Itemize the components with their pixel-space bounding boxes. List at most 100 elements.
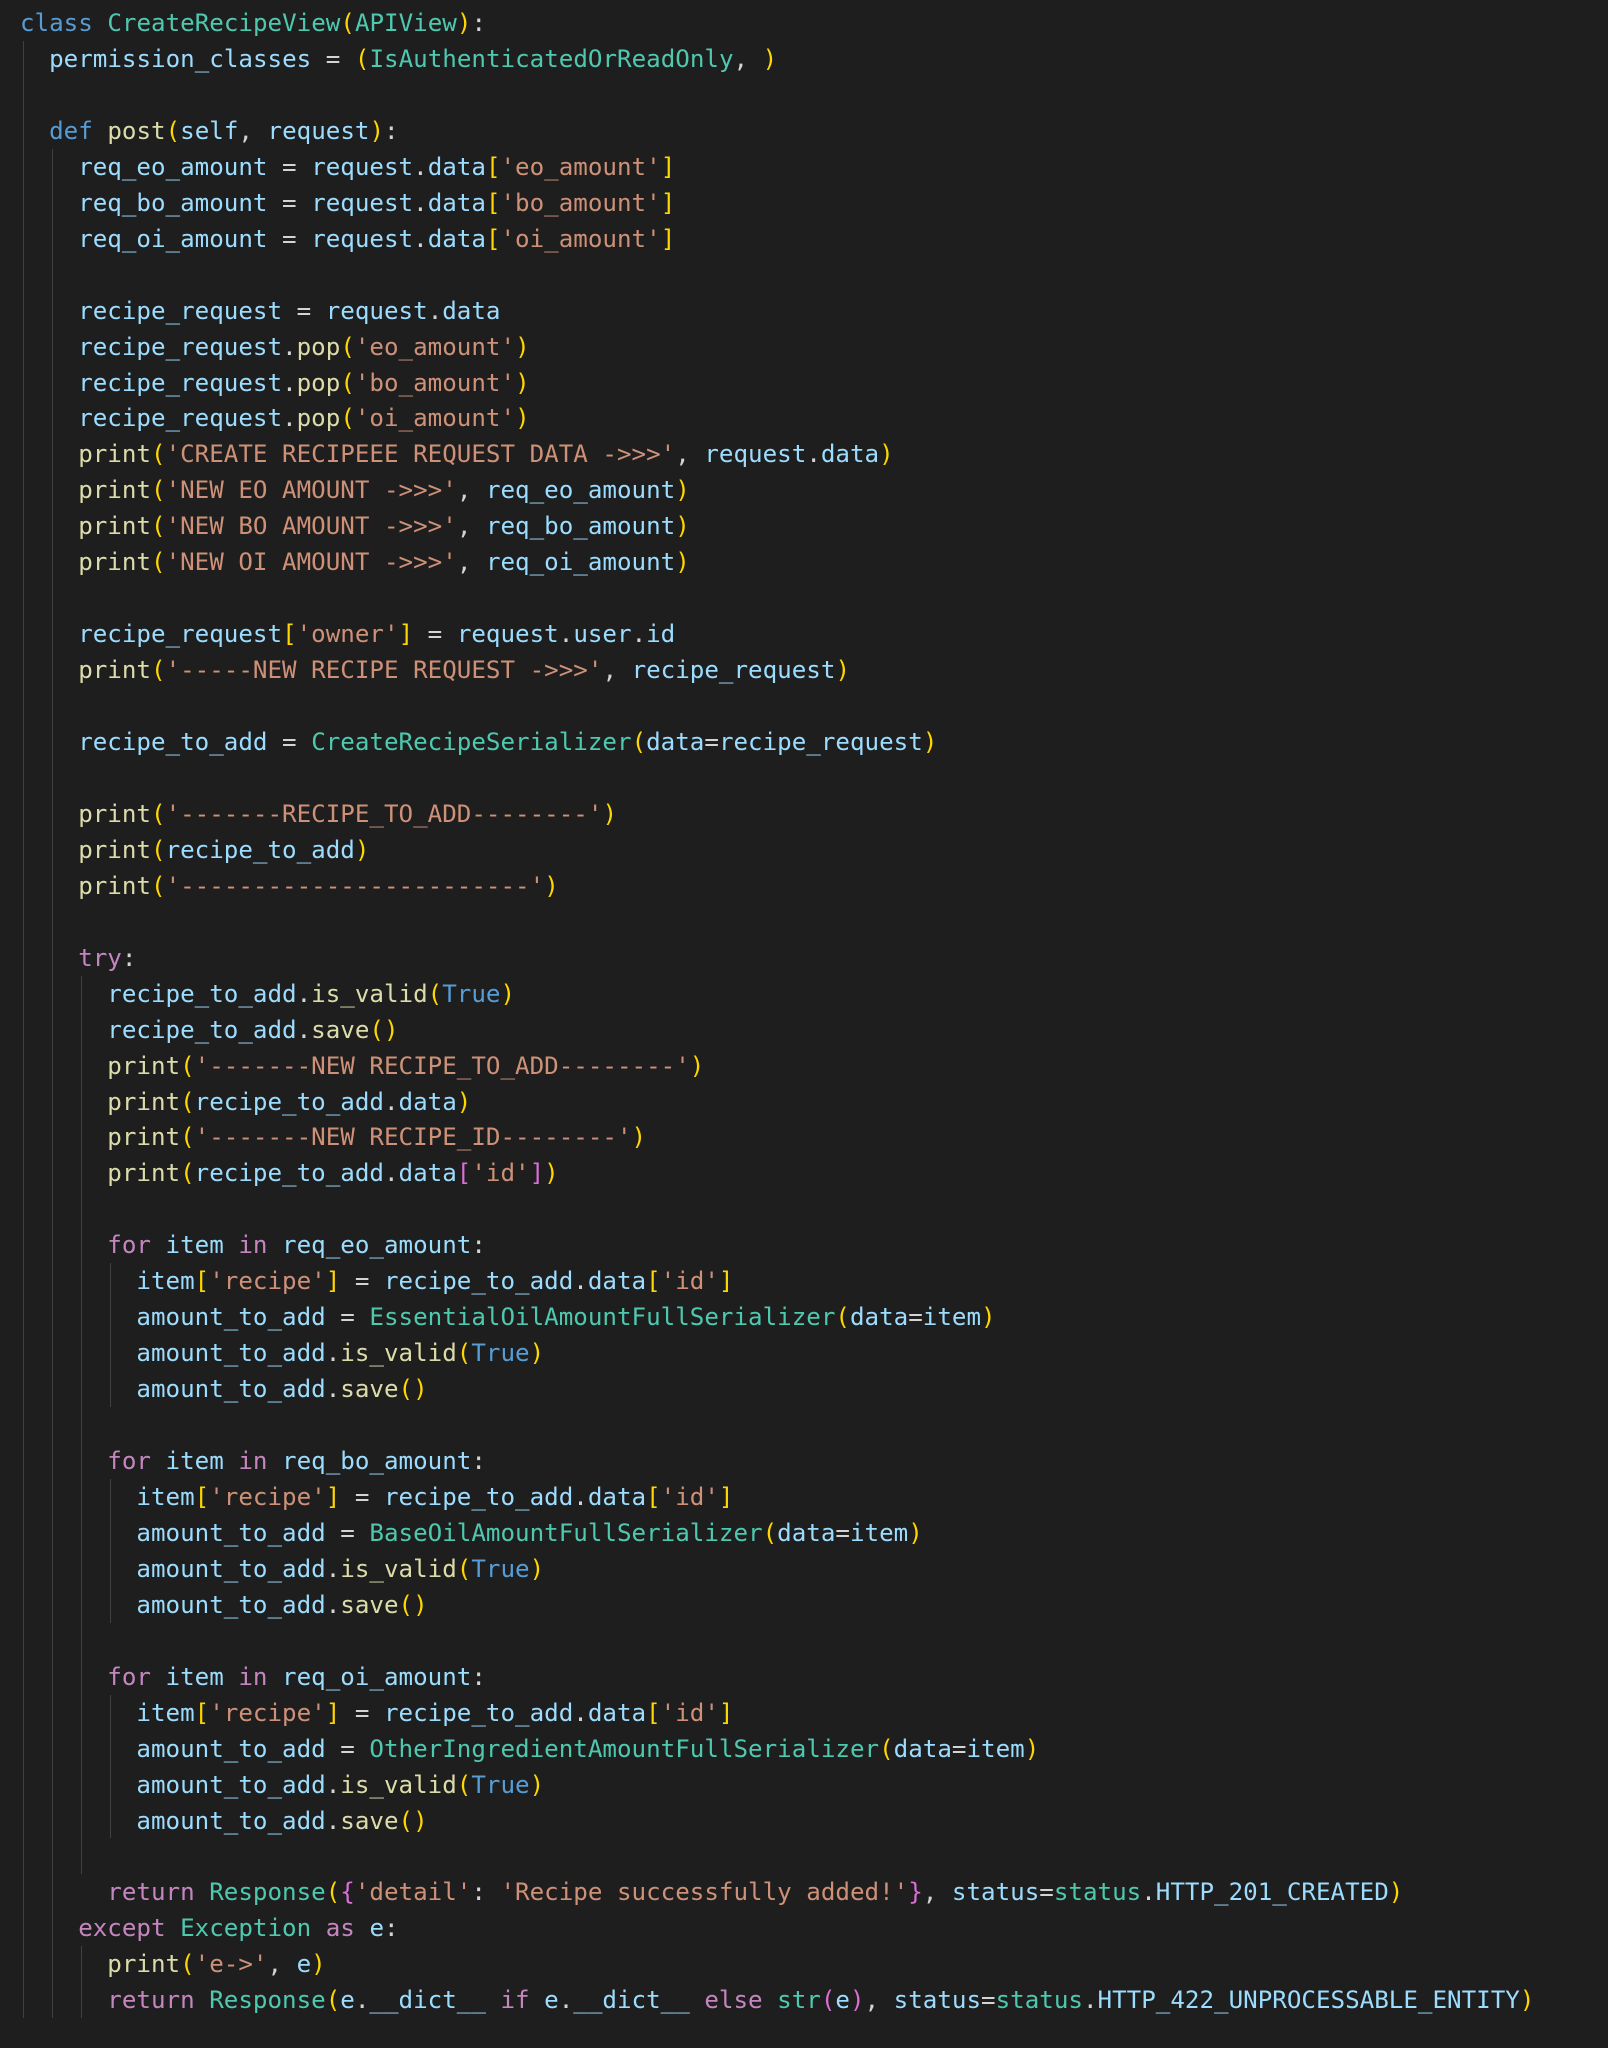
code-line[interactable]: print(recipe_to_add) xyxy=(78,832,369,868)
code-line[interactable]: print(recipe_to_add.data) xyxy=(107,1084,471,1120)
code-line[interactable]: print('CREATE RECIPEEE REQUEST DATA ->>>… xyxy=(78,436,894,472)
code-line[interactable]: recipe_request = request.data xyxy=(78,293,500,329)
code-line[interactable]: amount_to_add.save() xyxy=(136,1587,427,1623)
code-token: recipe_to_add xyxy=(194,1087,384,1116)
code-token: ( xyxy=(165,116,181,145)
code-line[interactable]: print(recipe_to_add.data['id']) xyxy=(107,1155,558,1191)
code-token: __dict__ xyxy=(573,1986,690,2015)
code-line[interactable]: req_eo_amount = request.data['eo_amount'… xyxy=(78,149,675,185)
code-token: recipe_request xyxy=(78,620,283,649)
code-token: e xyxy=(544,1986,559,2015)
code-token: = xyxy=(325,1734,370,1763)
code-token: '------------------------' xyxy=(165,871,545,900)
code-token: amount_to_add xyxy=(136,1590,326,1619)
code-token: try xyxy=(78,943,122,972)
code-token: item xyxy=(136,1482,195,1511)
code-token: IsAuthenticatedOrReadOnly xyxy=(369,44,734,73)
code-line[interactable]: return Response(e.__dict__ if e.__dict__… xyxy=(107,1982,1534,2018)
code-token: for xyxy=(107,1662,151,1691)
code-token: : xyxy=(384,116,399,145)
code-line[interactable]: recipe_to_add.save() xyxy=(107,1012,398,1048)
code-line[interactable]: amount_to_add.is_valid(True) xyxy=(136,1767,544,1803)
code-token: ) xyxy=(369,116,385,145)
code-token: = xyxy=(340,1482,384,1511)
code-line[interactable]: amount_to_add = EssentialOilAmountFullSe… xyxy=(136,1299,995,1335)
code-token: 'NEW EO AMOUNT ->>>' xyxy=(165,476,457,505)
code-line[interactable]: print('e->', e) xyxy=(107,1946,325,1982)
code-token: 'id' xyxy=(660,1267,719,1296)
code-line[interactable]: recipe_request.pop('oi_amount') xyxy=(78,400,529,436)
code-line[interactable]: print('-------NEW RECIPE_TO_ADD--------'… xyxy=(107,1048,704,1084)
code-token: request xyxy=(325,296,428,325)
code-token: ) xyxy=(835,656,850,685)
code-line[interactable]: recipe_to_add = CreateRecipeSerializer(d… xyxy=(78,724,937,760)
code-line[interactable]: recipe_request.pop('bo_amount') xyxy=(78,365,529,401)
code-token: [ xyxy=(194,1698,210,1727)
code-token: 'eo_amount' xyxy=(500,152,661,181)
code-line[interactable]: recipe_to_add.is_valid(True) xyxy=(107,976,515,1012)
code-line[interactable]: amount_to_add = BaseOilAmountFullSeriali… xyxy=(136,1515,922,1551)
code-line[interactable]: except Exception as e: xyxy=(78,1910,398,1946)
code-token: data xyxy=(442,296,501,325)
code-line[interactable]: print('-----NEW RECIPE REQUEST ->>>', re… xyxy=(78,652,850,688)
code-token: data xyxy=(849,1303,909,1332)
code-line[interactable]: try: xyxy=(78,940,136,976)
code-token: . xyxy=(325,1770,341,1799)
code-token: data xyxy=(427,224,486,253)
code-token: ] xyxy=(325,1698,341,1727)
code-line[interactable]: print('-------RECIPE_TO_ADD--------') xyxy=(78,796,617,832)
code-line[interactable]: amount_to_add.save() xyxy=(136,1371,427,1407)
indent-guide xyxy=(110,1478,112,1623)
code-line[interactable]: for item in req_oi_amount: xyxy=(107,1659,486,1695)
code-token: ( xyxy=(456,1770,472,1799)
code-token: ( xyxy=(340,332,355,361)
code-line[interactable]: print('-------NEW RECIPE_ID--------') xyxy=(107,1119,646,1155)
code-token: , xyxy=(456,548,486,577)
code-line[interactable]: permission_classes = (IsAuthenticatedOrR… xyxy=(49,41,777,77)
code-line[interactable]: print('NEW EO AMOUNT ->>>', req_eo_amoun… xyxy=(78,472,690,508)
code-line[interactable]: item['recipe'] = recipe_to_add.data['id'… xyxy=(136,1479,733,1515)
code-token: data xyxy=(587,1267,647,1296)
code-token: . xyxy=(573,1698,588,1727)
code-token: CreateRecipeSerializer xyxy=(311,728,632,756)
code-token: post xyxy=(107,116,166,145)
code-line[interactable]: amount_to_add.is_valid(True) xyxy=(136,1551,544,1587)
code-token: . xyxy=(413,152,428,181)
code-line[interactable]: amount_to_add.is_valid(True) xyxy=(136,1335,544,1371)
code-line[interactable]: return Response({'detail': 'Recipe succe… xyxy=(107,1874,1403,1910)
code-line[interactable]: print('NEW OI AMOUNT ->>>', req_oi_amoun… xyxy=(78,544,690,580)
code-token: 'recipe' xyxy=(209,1482,326,1511)
code-line[interactable]: amount_to_add = OtherIngredientAmountFul… xyxy=(136,1731,1039,1767)
code-token: ) xyxy=(602,799,617,828)
code-line[interactable]: def post(self, request): xyxy=(49,113,399,149)
code-token: ) xyxy=(515,332,530,361)
code-token: ( xyxy=(151,476,166,505)
code-token: recipe_request xyxy=(718,728,923,756)
code-line[interactable]: for item in req_bo_amount: xyxy=(107,1443,486,1479)
code-line[interactable]: for item in req_eo_amount: xyxy=(107,1227,486,1263)
code-line[interactable]: req_bo_amount = request.data['bo_amount'… xyxy=(78,185,675,221)
code-editor[interactable]: class CreateRecipeView(APIView): permissi… xyxy=(0,0,1608,2048)
code-line[interactable]: item['recipe'] = recipe_to_add.data['id'… xyxy=(136,1695,733,1731)
code-token: = xyxy=(282,296,326,325)
code-token: ( xyxy=(180,1159,195,1188)
code-token: . xyxy=(282,368,297,397)
code-token: 'bo_amount' xyxy=(354,368,516,397)
code-line[interactable]: req_oi_amount = request.data['oi_amount'… xyxy=(78,221,675,257)
code-line[interactable]: print('------------------------') xyxy=(78,868,559,904)
code-token: req_oi_amount xyxy=(282,1662,472,1691)
code-line[interactable]: class CreateRecipeView(APIView): xyxy=(20,5,486,41)
code-line[interactable]: recipe_request.pop('eo_amount') xyxy=(78,329,529,365)
code-line[interactable]: recipe_request['owner'] = request.user.i… xyxy=(78,616,675,652)
code-token: ) xyxy=(544,1159,559,1188)
code-line[interactable]: item['recipe'] = recipe_to_add.data['id'… xyxy=(136,1263,733,1299)
code-line[interactable]: print('NEW BO AMOUNT ->>>', req_bo_amoun… xyxy=(78,508,690,544)
code-line[interactable]: amount_to_add.save() xyxy=(136,1803,427,1839)
code-token: print xyxy=(78,871,151,900)
code-token: ) xyxy=(631,1123,647,1152)
